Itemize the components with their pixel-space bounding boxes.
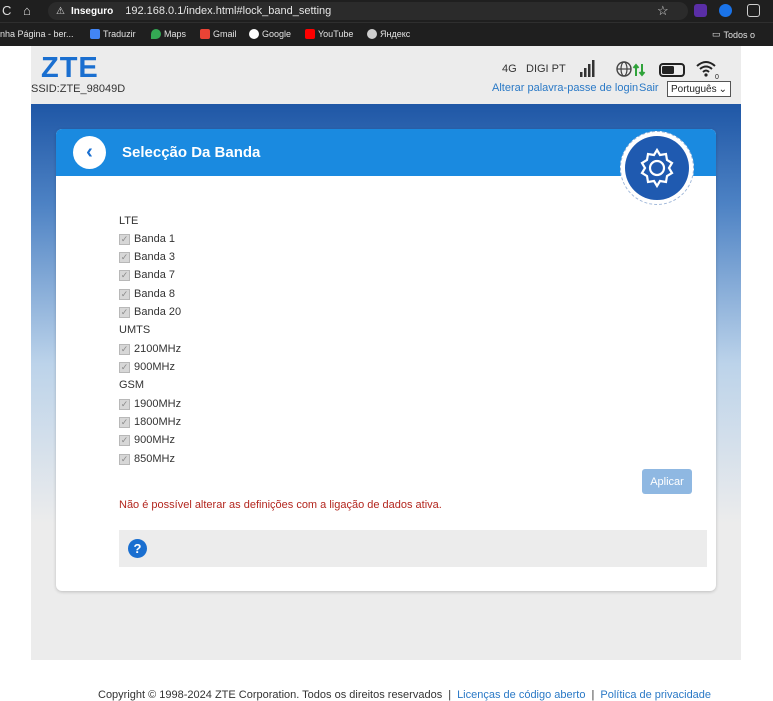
checkbox[interactable]: ✓: [119, 434, 130, 446]
change-password-link[interactable]: Alterar palavra-passe de login: [492, 82, 638, 94]
apply-button[interactable]: Aplicar: [642, 469, 692, 494]
band-option[interactable]: ✓ 900MHz: [119, 434, 175, 446]
checkbox[interactable]: ✓: [119, 233, 130, 245]
svg-text:0: 0: [715, 74, 719, 80]
gear-icon: [625, 136, 689, 200]
ssid-label: SSID:ZTE_98049D: [31, 83, 126, 95]
help-panel: ?: [119, 530, 707, 567]
globe-icon: [367, 29, 377, 39]
youtube-icon: [305, 29, 315, 39]
insecure-label: Inseguro: [70, 5, 114, 17]
band-option[interactable]: ✓ Banda 8: [119, 288, 175, 300]
checkbox[interactable]: ✓: [119, 251, 130, 263]
language-select[interactable]: Português ⌄: [667, 81, 731, 97]
reload-icon[interactable]: C: [2, 3, 11, 18]
band-option[interactable]: ✓ Banda 20: [119, 306, 181, 318]
band-option[interactable]: ✓ 900MHz: [119, 361, 175, 373]
home-icon[interactable]: ⌂: [23, 3, 31, 18]
bookmark-item[interactable]: Яндекс: [367, 29, 410, 39]
copyright-text: Copyright © 1998-2024 ZTE Corporation. T…: [98, 689, 443, 701]
band-option[interactable]: ✓ 1900MHz: [119, 398, 181, 410]
settings-badge: [620, 131, 694, 205]
folder-icon: ▭: [712, 29, 721, 39]
bookmark-item[interactable]: inha Página - ber...: [0, 29, 74, 39]
language-select-value: Português: [671, 83, 717, 95]
band-option[interactable]: ✓ Banda 3: [119, 251, 175, 263]
checkbox[interactable]: ✓: [119, 398, 130, 410]
bookmark-item[interactable]: Google: [249, 29, 291, 39]
profile-icon[interactable]: [719, 4, 732, 17]
page-footer: Copyright © 1998-2024 ZTE Corporation. T…: [98, 689, 712, 701]
chevron-down-icon: ⌄: [718, 83, 727, 95]
zte-logo: ZTE: [41, 52, 99, 84]
bookmark-item[interactable]: Maps: [151, 29, 186, 39]
card-header: ‹ Selecção Da Banda: [56, 129, 716, 176]
bookmarks-bar: inha Página - ber... Traduzir Maps Gmail…: [0, 22, 773, 46]
signal-strength-icon: [580, 60, 595, 77]
google-icon: [249, 29, 259, 39]
url-text[interactable]: 192.168.0.1/index.html#lock_band_setting: [125, 5, 331, 17]
all-bookmarks[interactable]: ▭ Todos o: [712, 29, 755, 40]
gmail-icon: [200, 29, 210, 39]
section-label-umts: UMTS: [119, 324, 151, 336]
section-label-gsm: GSM: [119, 379, 145, 391]
bookmark-star-icon[interactable]: ☆: [657, 3, 669, 19]
privacy-policy-link[interactable]: Política de privacidade: [600, 689, 711, 701]
extension-icon[interactable]: [694, 4, 707, 17]
page-header: ZTE SSID:ZTE_98049D 4G DIGI PT 0 Alterar…: [31, 46, 741, 104]
back-button[interactable]: ‹: [73, 136, 106, 169]
checkbox[interactable]: ✓: [119, 288, 130, 300]
network-type: 4G: [502, 63, 517, 75]
maps-icon: [151, 29, 161, 39]
band-option[interactable]: ✓ Banda 1: [119, 233, 175, 245]
bookmark-item[interactable]: Gmail: [200, 29, 237, 39]
router-page: ZTE SSID:ZTE_98049D 4G DIGI PT 0 Alterar…: [31, 46, 741, 701]
warning-icon: ⚠: [56, 5, 65, 17]
bookmark-item[interactable]: YouTube: [305, 29, 353, 39]
browser-toolbar: C ⌂ ⚠ Inseguro 192.168.0.1/index.html#lo…: [0, 0, 773, 22]
checkbox[interactable]: ✓: [119, 361, 130, 373]
checkbox[interactable]: ✓: [119, 416, 130, 428]
logout-link[interactable]: Sair: [639, 82, 659, 94]
extensions-puzzle-icon[interactable]: [747, 4, 760, 17]
internet-connected-icon: [616, 61, 646, 77]
checkbox[interactable]: ✓: [119, 453, 130, 465]
battery-icon: [659, 63, 685, 77]
band-option[interactable]: ✓ 850MHz: [119, 453, 175, 465]
content-background: ‹ Selecção Da Banda LTE ✓ Banda 1 ✓ Banda …: [31, 104, 741, 701]
band-option[interactable]: ✓ 1800MHz: [119, 416, 181, 428]
open-source-link[interactable]: Licenças de código aberto: [457, 689, 585, 701]
translate-icon: [90, 29, 100, 39]
wifi-icon: 0: [696, 61, 719, 80]
warning-message: Não é possível alterar as definições com…: [119, 499, 442, 511]
bookmark-item[interactable]: Traduzir: [90, 29, 136, 39]
section-label-lte: LTE: [119, 215, 139, 227]
band-option[interactable]: ✓ 2100MHz: [119, 343, 181, 355]
address-bar[interactable]: ⚠ Inseguro 192.168.0.1/index.html#lock_b…: [48, 2, 688, 20]
checkbox[interactable]: ✓: [119, 269, 130, 281]
page-title: Selecção Da Banda: [122, 144, 261, 161]
operator-name: DIGI PT: [526, 63, 566, 75]
checkbox[interactable]: ✓: [119, 343, 130, 355]
checkbox[interactable]: ✓: [119, 306, 130, 318]
band-option[interactable]: ✓ Banda 7: [119, 269, 175, 281]
band-selection-card: ‹ Selecção Da Banda LTE ✓ Banda 1 ✓ Banda …: [56, 129, 716, 591]
help-icon[interactable]: ?: [128, 539, 147, 558]
